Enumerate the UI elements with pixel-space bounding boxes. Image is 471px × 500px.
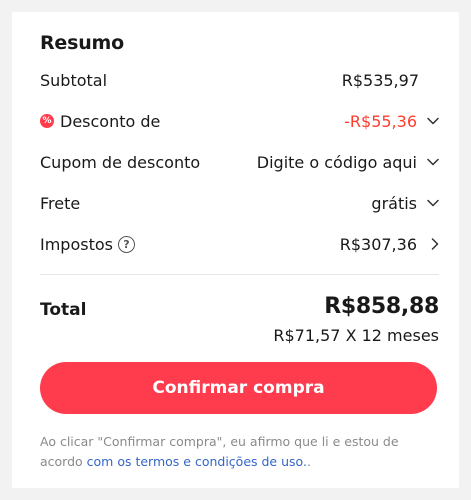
legal-notice: Ao clicar "Confirmar compra", eu afirmo … xyxy=(40,432,440,472)
discount-row[interactable]: % Desconto de -R$55,36 xyxy=(40,109,439,133)
chevron-down-icon[interactable] xyxy=(421,117,439,125)
coupon-label: Cupom de desconto xyxy=(40,152,201,172)
chevron-down-icon[interactable] xyxy=(421,199,439,207)
coupon-row[interactable]: Cupom de desconto Digite o código aqui xyxy=(40,150,439,174)
confirm-purchase-button[interactable]: Confirmar compra xyxy=(40,362,437,414)
shipping-label: Frete xyxy=(40,193,81,213)
coupon-action[interactable]: Digite o código aqui xyxy=(257,153,417,172)
summary-card: Resumo Subtotal R$535,97 % Desconto de -… xyxy=(12,12,459,488)
chevron-right-icon[interactable] xyxy=(421,238,439,250)
discount-value: -R$55,36 xyxy=(344,111,417,131)
subtotal-row: Subtotal R$535,97 xyxy=(40,68,439,92)
shipping-row[interactable]: Frete grátis xyxy=(40,191,439,215)
terms-link[interactable]: com os termos e condições de uso. xyxy=(87,454,307,469)
installments-text: R$71,57 X 12 meses xyxy=(273,326,439,345)
total-value: R$858,88 xyxy=(324,294,439,319)
divider xyxy=(40,274,439,275)
help-circle-icon[interactable]: ? xyxy=(117,235,135,253)
chevron-down-icon[interactable] xyxy=(421,158,439,166)
summary-title: Resumo xyxy=(40,32,125,54)
legal-end: . xyxy=(306,454,311,469)
subtotal-value: R$535,97 xyxy=(341,70,419,90)
taxes-row[interactable]: Impostos ? R$307,36 xyxy=(40,232,439,256)
discount-label: Desconto de xyxy=(60,111,161,131)
taxes-value: R$307,36 xyxy=(339,234,417,254)
percent-badge-icon: % xyxy=(40,114,54,128)
shipping-value: grátis xyxy=(371,193,417,213)
total-label: Total xyxy=(40,300,87,320)
taxes-label: Impostos xyxy=(40,234,113,254)
subtotal-label: Subtotal xyxy=(40,70,108,90)
